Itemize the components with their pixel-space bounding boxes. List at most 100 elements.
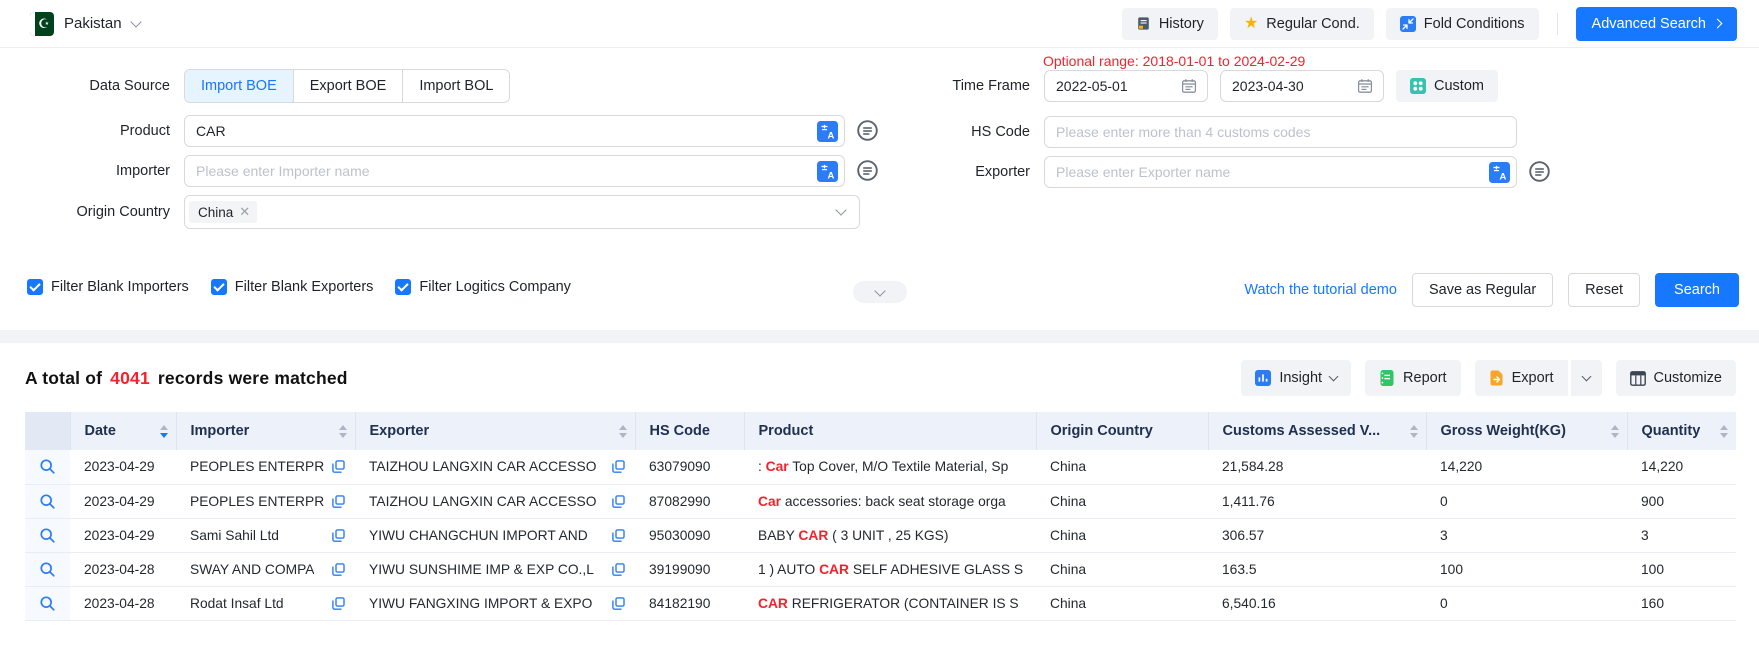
data-source-label: Data Source <box>0 78 170 94</box>
cell-date: 2023-04-28 <box>70 586 176 620</box>
export-button[interactable]: Export <box>1475 360 1568 396</box>
checkbox-checked-icon[interactable] <box>395 279 411 295</box>
date-from-input[interactable]: 2022-05-01 <box>1044 70 1208 102</box>
sort-icon[interactable] <box>619 425 627 438</box>
checkbox-filter-blank-exporters[interactable]: Filter Blank Exporters <box>211 279 374 295</box>
checkbox-label: Filter Logitics Company <box>419 279 571 295</box>
checkbox-filter-logitics-company[interactable]: Filter Logitics Company <box>395 279 571 295</box>
product-label: Product <box>0 123 170 139</box>
collapse-panel-button[interactable] <box>853 281 907 303</box>
insight-button[interactable]: Insight <box>1241 360 1351 396</box>
export-dropdown-button[interactable] <box>1571 360 1602 396</box>
divider <box>1557 13 1558 35</box>
cell-exporter: TAIZHOU LANGXIN CAR ACCESSO <box>355 450 635 484</box>
column-header-gross-weight-kg[interactable]: Gross Weight(KG) <box>1426 412 1627 450</box>
importer-input[interactable] <box>185 156 844 186</box>
checkbox-checked-icon[interactable] <box>27 279 43 295</box>
cell-product: : Car Top Cover, M/O Textile Material, S… <box>744 450 1036 484</box>
sort-icon[interactable] <box>1611 425 1619 438</box>
reset-button[interactable]: Reset <box>1568 273 1640 307</box>
checkbox-filter-blank-importers[interactable]: Filter Blank Importers <box>27 279 189 295</box>
column-header-importer[interactable]: Importer <box>176 412 355 450</box>
column-header-product: Product <box>744 412 1036 450</box>
data-source-tab-import-boe[interactable]: Import BOE <box>185 70 294 102</box>
chevron-down-icon <box>1581 372 1591 382</box>
row-detail-button[interactable] <box>25 518 70 552</box>
copy-icon[interactable] <box>612 597 625 610</box>
sort-icon[interactable] <box>160 425 168 438</box>
origin-country-label: Origin Country <box>0 204 170 220</box>
report-icon <box>1379 370 1395 386</box>
svg-text:A: A <box>828 171 835 182</box>
magnifier-icon <box>39 458 56 475</box>
copy-icon[interactable] <box>332 529 345 542</box>
cell-date: 2023-04-28 <box>70 552 176 586</box>
copy-icon[interactable] <box>612 563 625 576</box>
magnifier-icon <box>39 595 56 612</box>
chevron-down-icon <box>874 285 885 296</box>
column-header-exporter[interactable]: Exporter <box>355 412 635 450</box>
country-selector[interactable]: ☪ Pakistan <box>30 12 140 36</box>
translate-icon[interactable]: A <box>1489 162 1510 183</box>
advanced-search-label: Advanced Search <box>1592 16 1706 32</box>
row-detail-button[interactable] <box>25 586 70 620</box>
tutorial-link[interactable]: Watch the tutorial demo <box>1244 282 1397 298</box>
fold-conditions-button[interactable]: Fold Conditions <box>1386 8 1539 40</box>
customize-button[interactable]: Customize <box>1616 360 1737 396</box>
column-header-customs-assessed-v[interactable]: Customs Assessed V... <box>1208 412 1426 450</box>
cell-importer: PEOPLES ENTERPR <box>176 450 355 484</box>
cell-date: 2023-04-29 <box>70 484 176 518</box>
advanced-search-button[interactable]: Advanced Search <box>1576 7 1737 41</box>
row-detail-button[interactable] <box>25 450 70 484</box>
copy-icon[interactable] <box>332 495 345 508</box>
date-to-value: 2023-04-30 <box>1232 78 1304 94</box>
copy-icon[interactable] <box>612 529 625 542</box>
fuzzy-match-button[interactable] <box>1527 160 1551 184</box>
cell-customs-value: 163.5 <box>1208 552 1426 586</box>
origin-country-select[interactable]: China ✕ <box>184 195 860 229</box>
sort-icon[interactable] <box>339 425 347 438</box>
hs-code-input[interactable] <box>1045 117 1516 147</box>
cell-customs-value: 306.57 <box>1208 518 1426 552</box>
exporter-input[interactable] <box>1045 157 1516 187</box>
copy-icon[interactable] <box>332 460 345 473</box>
column-header-date[interactable]: Date <box>70 412 176 450</box>
row-detail-button[interactable] <box>25 552 70 586</box>
customize-icon <box>1630 371 1646 386</box>
cell-gross-weight: 100 <box>1426 552 1627 586</box>
copy-icon[interactable] <box>612 460 625 473</box>
copy-icon[interactable] <box>332 563 345 576</box>
regular-cond-button[interactable]: ★ Regular Cond. <box>1230 8 1374 40</box>
cell-exporter: YIWU FANGXING IMPORT & EXPO <box>355 586 635 620</box>
data-source-tab-import-bol[interactable]: Import BOL <box>403 70 509 102</box>
star-icon: ★ <box>1244 16 1258 32</box>
history-button[interactable]: History <box>1122 8 1218 40</box>
row-detail-button[interactable] <box>25 484 70 518</box>
svg-text:A: A <box>828 131 835 142</box>
translate-icon[interactable]: A <box>817 161 838 182</box>
data-source-tab-export-boe[interactable]: Export BOE <box>294 70 404 102</box>
sort-icon[interactable] <box>1410 425 1418 438</box>
magnifier-icon <box>39 493 56 510</box>
cell-quantity: 100 <box>1627 552 1736 586</box>
history-label: History <box>1159 16 1204 32</box>
cell-product: 1 ) AUTO CAR SELF ADHESIVE GLASS S <box>744 552 1036 586</box>
product-input[interactable] <box>185 116 844 146</box>
save-as-regular-button[interactable]: Save as Regular <box>1412 273 1553 307</box>
custom-range-button[interactable]: Custom <box>1396 70 1498 102</box>
results-section: A total of4041records were matched Insig… <box>0 358 1759 621</box>
chevron-down-icon <box>130 16 141 27</box>
date-to-input[interactable]: 2023-04-30 <box>1220 70 1384 102</box>
column-header-detail <box>25 412 70 450</box>
report-button[interactable]: Report <box>1365 360 1461 396</box>
translate-icon[interactable]: A <box>817 121 838 142</box>
cell-quantity: 160 <box>1627 586 1736 620</box>
column-header-quantity[interactable]: Quantity <box>1627 412 1736 450</box>
sort-icon[interactable] <box>1720 425 1728 438</box>
copy-icon[interactable] <box>612 495 625 508</box>
checkbox-checked-icon[interactable] <box>211 279 227 295</box>
search-button[interactable]: Search <box>1655 273 1739 307</box>
copy-icon[interactable] <box>332 597 345 610</box>
tag-remove-icon[interactable]: ✕ <box>239 204 250 220</box>
pakistan-flag-icon: ☪ <box>30 12 54 36</box>
